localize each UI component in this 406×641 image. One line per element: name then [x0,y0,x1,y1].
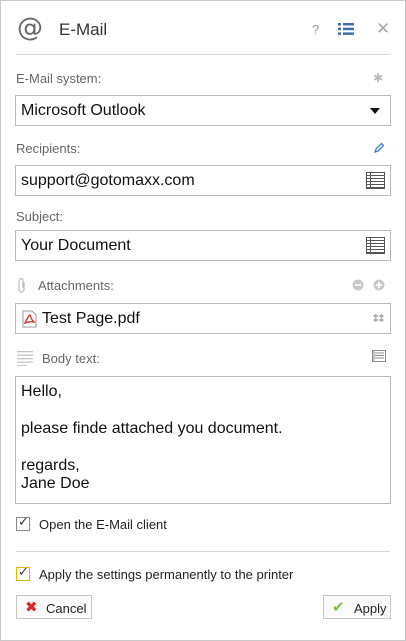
apply-permanently-checkbox[interactable] [16,565,30,581]
body-line: regards, [21,457,80,474]
close-icon[interactable]: ✕ [376,19,390,39]
header-divider [16,54,390,55]
attachments-label: Attachments: [38,278,114,293]
cancel-button-label: Cancel [46,601,87,616]
subject-value: Your Document [21,237,131,254]
body-text-label: Body text: [42,351,100,366]
add-attachment-icon[interactable] [373,279,385,291]
email-system-label: E-Mail system: [16,71,102,86]
apply-permanently-label[interactable]: Apply the settings permanently to the pr… [39,567,293,582]
apply-button[interactable]: ✔ Apply [323,595,391,619]
remove-attachment-icon[interactable] [352,279,364,291]
email-dialog: @ E-Mail ? ✕ E-Mail system: ✱ Microsoft … [0,0,406,641]
attachment-filename[interactable]: Test Page.pdf [42,310,140,328]
attachments-field[interactable]: Test Page.pdf [15,303,391,334]
dialog-title: E-Mail [59,20,108,39]
options-divider [16,551,390,552]
open-client-label[interactable]: Open the E-Mail client [39,517,167,532]
subject-label: Subject: [16,209,63,224]
recipients-field[interactable]: support@gotomaxx.com [15,165,391,196]
pdf-file-icon [22,310,37,328]
cancel-button[interactable]: ✖ Cancel [16,595,92,619]
address-book-icon[interactable] [366,172,385,189]
recipients-label: Recipients: [16,141,81,156]
dropdown-arrow-icon[interactable] [370,108,380,114]
at-sign-icon: @ [17,13,43,43]
pencil-icon[interactable] [373,142,385,154]
dialog-header: @ E-Mail ? ✕ [1,1,405,55]
help-icon[interactable]: ? [312,22,319,37]
recipients-value: support@gotomaxx.com [21,172,195,189]
body-line: please finde attached you document. [21,420,283,437]
apply-button-label: Apply [354,601,387,616]
details-list-icon[interactable] [338,23,354,35]
email-system-select[interactable]: Microsoft Outlook [15,95,391,126]
body-text-area[interactable]: Hello, please finde attached you documen… [15,376,391,504]
body-line: Hello, [21,383,62,400]
text-block-icon[interactable] [372,350,386,362]
open-client-checkbox[interactable] [16,515,30,531]
paperclip-icon [18,277,25,293]
subject-field[interactable]: Your Document [15,230,391,261]
text-block-icon[interactable] [366,237,385,254]
body-line: Jane Doe [21,475,90,492]
gear-icon[interactable]: ✱ [373,71,383,85]
apply-check-icon: ✔ [332,598,345,616]
email-system-value: Microsoft Outlook [21,102,146,119]
text-lines-icon [17,351,33,366]
dropbox-icon[interactable] [373,313,384,324]
cancel-x-icon: ✖ [25,598,38,616]
